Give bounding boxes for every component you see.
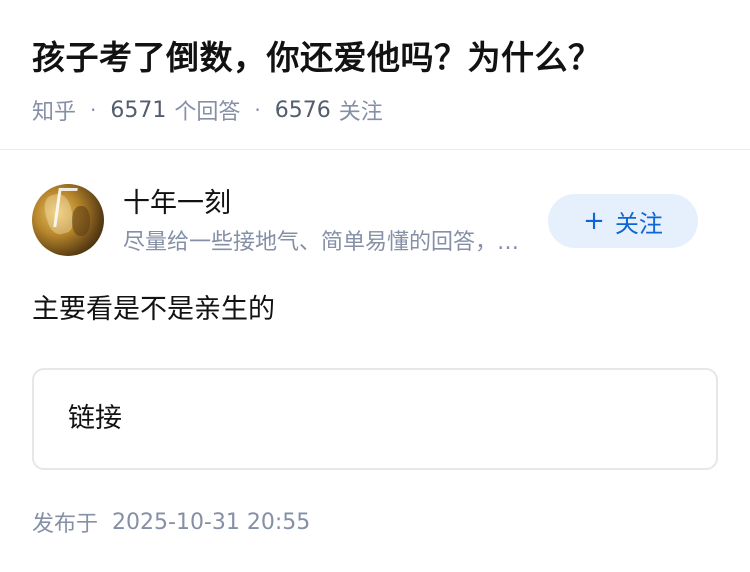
author-row: 十年一刻 尽量给一些接地气、简单易懂的回答，偶尔也会写点别的 + 关注 [32, 184, 718, 260]
avatar-shadow [72, 206, 90, 236]
follower-count-unit: 关注 [338, 100, 383, 125]
publish-label: 发布于 [32, 512, 99, 537]
follow-button[interactable]: + 关注 [548, 194, 698, 248]
meta-separator: · [90, 98, 97, 122]
source-label[interactable]: 知乎 [32, 94, 76, 126]
publish-info: 发布于 2025-10-31 20:55 [32, 504, 310, 540]
link-card[interactable]: 链接 [32, 368, 718, 470]
link-card-label: 链接 [68, 403, 122, 434]
author-bio: 尽量给一些接地气、简单易懂的回答，偶尔也会写点别的 [123, 230, 535, 255]
meta-separator: · [254, 98, 261, 122]
answer-count: 6571 [110, 97, 167, 123]
avatar[interactable] [32, 184, 104, 256]
follower-count: 6576 [274, 97, 331, 123]
question-header: 孩子考了倒数，你还爱他吗？为什么？ 知乎 · 6571 个回答 · 6576 关… [0, 0, 750, 150]
author-name[interactable]: 十年一刻 [123, 186, 231, 222]
answer-count-unit: 个回答 [174, 100, 241, 125]
publish-time: 2025-10-31 20:55 [112, 509, 311, 535]
follow-button-label: 关注 [614, 209, 663, 238]
question-meta: 知乎 · 6571 个回答 · 6576 关注 [32, 92, 383, 128]
answer-text: 主要看是不是亲生的 [32, 294, 275, 325]
question-title[interactable]: 孩子考了倒数，你还爱他吗？为什么？ [32, 34, 602, 82]
plus-icon: + [583, 206, 605, 236]
